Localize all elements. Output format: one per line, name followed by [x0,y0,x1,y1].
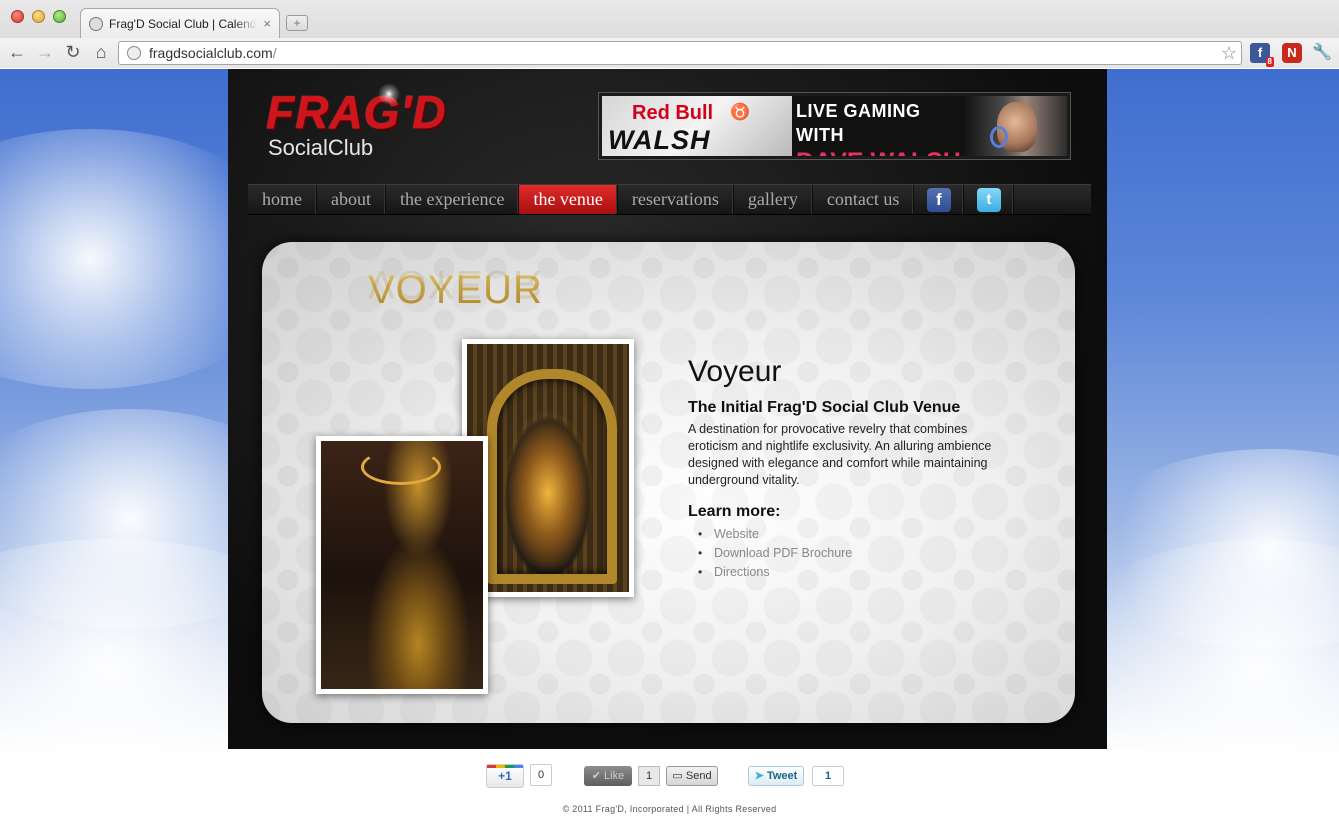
bookmark-star-icon[interactable]: ☆ [1221,43,1237,64]
nav-the-experience[interactable]: the experience [386,185,520,214]
banner-photo [962,96,1067,156]
page-globe-icon [127,46,141,60]
tweet-label: Tweet [766,770,798,782]
pdf-brochure-link[interactable]: Download PDF Brochure [698,544,1018,563]
globe-icon [89,16,103,31]
new-tab-button[interactable]: + [286,15,308,31]
venue-description: A destination for provocative revelry th… [688,422,992,487]
facebook-like-count: 1 [638,766,660,786]
ornate-mirror [487,369,617,584]
nav-contact-us[interactable]: contact us [813,185,915,214]
forward-arrow-icon[interactable]: → [34,42,56,63]
banner-text-panel: LIVE GAMING WITH DAVE WALSH [792,96,962,156]
address-bar[interactable]: fragdsocialclub.com/ ☆ [118,41,1242,65]
main-nav: home about the experience the venue rese… [248,184,1091,215]
close-window-button[interactable] [11,10,24,23]
google-plus-one-button[interactable]: +1 [486,764,524,788]
venue-title: Voyeur [688,355,782,388]
twitter-bird-icon: ➤ [754,770,764,782]
learn-more-heading: Learn more: [688,503,781,520]
facebook-like-button[interactable]: ✔ Like [584,766,632,786]
facebook-extension-icon[interactable]: f 8 [1250,43,1274,67]
banner-name-graphic: WALSH [608,125,711,155]
twitter-icon: t [976,187,1001,212]
window-controls [11,10,66,23]
bull-logo-icon: ♉ [730,104,750,121]
nav-facebook[interactable]: f [914,185,965,214]
logo-flare [376,81,402,107]
facebook-icon: f [926,187,951,212]
wrench-icon[interactable]: 🔧 [1312,42,1332,62]
copyright-text: © 2011 Frag'D, Incorporated | All Rights… [562,804,777,814]
venue-details: Voyeur The Initial Frag'D Social Club Ve… [688,355,1018,582]
headset-icon [990,126,1008,148]
venue-panel: VOYEUR VOYEUR Voyeur The Initial Frag'D … [262,242,1075,723]
reload-icon[interactable]: ↻ [62,42,84,63]
page-viewport: FRAG'D SocialClub Red Bull ♉ WALSH LIVE … [0,69,1339,831]
venue-photo-lounge[interactable] [316,436,488,694]
banner-line2: DAVE WALSH [796,147,961,156]
chandelier [361,449,441,485]
logo-wordmark: FRAG'D [266,86,447,138]
social-share-bar: +1 0 ✔ Like 1 ▭ Send ➤ Tweet 1 [484,764,884,788]
venue-heading-reflection: VOYEUR [368,262,543,306]
nav-twitter[interactable]: t [964,185,1015,214]
browser-chrome: Frag'D Social Club | Calendar × + ← → ↻ … [0,0,1339,68]
url-text: fragdsocialclub.com/ [149,45,277,61]
nav-home[interactable]: home [248,185,317,214]
fragd-logo[interactable]: FRAG'D SocialClub [266,81,466,169]
learn-more-links: Website Download PDF Brochure Directions [688,525,1018,582]
send-label: Send [685,770,712,782]
tab-close-icon[interactable]: × [263,16,271,31]
zoom-window-button[interactable] [53,10,66,23]
tweet-count: 1 [812,766,844,786]
banner-brand: Red Bull [632,102,714,124]
nav-reservations[interactable]: reservations [618,185,734,214]
banner-line1: LIVE GAMING WITH [796,101,921,145]
directions-link[interactable]: Directions [698,563,1018,582]
minimize-window-button[interactable] [32,10,45,23]
speech-bubble-icon: ▭ [672,770,683,782]
n-extension-icon[interactable]: N [1282,43,1302,63]
website-link[interactable]: Website [698,525,1018,544]
back-arrow-icon[interactable]: ← [6,42,28,63]
nav-about[interactable]: about [317,185,386,214]
browser-tab[interactable]: Frag'D Social Club | Calendar × [80,8,280,38]
nav-gallery[interactable]: gallery [734,185,813,214]
tweet-button[interactable]: ➤ Tweet [748,766,804,786]
notification-badge: 8 [1265,57,1274,67]
facebook-send-button[interactable]: ▭ Send [666,766,718,786]
home-icon[interactable]: ⌂ [90,42,112,63]
browser-toolbar: ← → ↻ ⌂ fragdsocialclub.com/ ☆ f 8 N 🔧 [0,38,1339,68]
tab-title: Frag'D Social Club | Calendar [109,16,258,31]
site-container: FRAG'D SocialClub Red Bull ♉ WALSH LIVE … [228,69,1107,749]
nav-the-venue[interactable]: the venue [519,185,618,214]
banner-brand-panel: Red Bull ♉ WALSH [602,96,792,156]
redbull-banner-ad[interactable]: Red Bull ♉ WALSH LIVE GAMING WITH DAVE W… [598,92,1071,160]
google-plus-count: 0 [530,764,552,786]
logo-subtitle: SocialClub [268,135,374,160]
venue-subtitle: The Initial Frag'D Social Club Venue [688,399,961,416]
